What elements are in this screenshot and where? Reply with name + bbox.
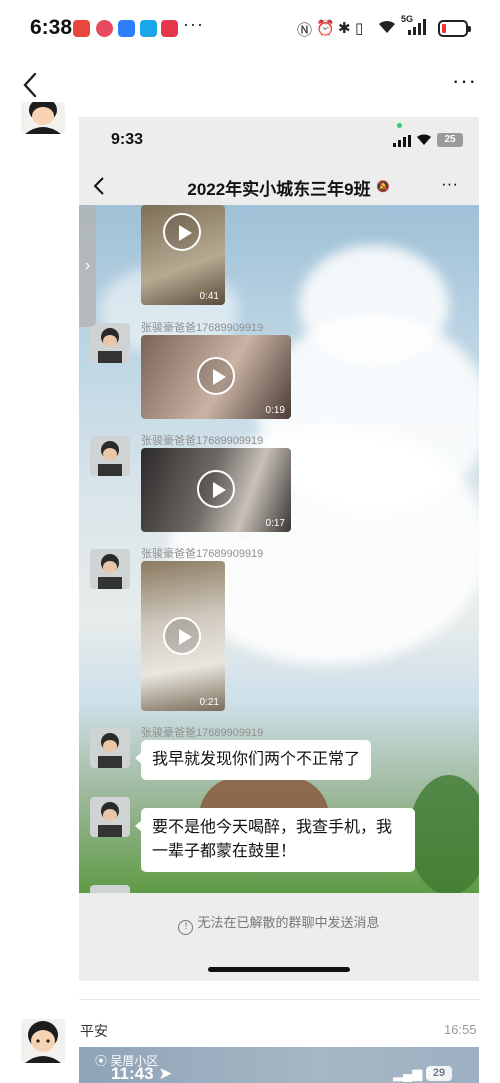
video-message[interactable]: 0:17 xyxy=(141,448,291,532)
video-duration: 0:19 xyxy=(265,405,285,416)
play-icon xyxy=(197,357,235,395)
sender-name: 张骏豪爸爸17689909919 xyxy=(141,727,264,739)
embedded-signal-icon xyxy=(393,134,411,152)
text-message-bubble[interactable]: 我早就发现你们两个不正常了 xyxy=(134,740,372,780)
more-notifications-icon: ··· xyxy=(183,14,204,34)
next-post-image[interactable]: ⦿ 吴厝小区 11:43 ➤ ▂▄▆ 5G 29 xyxy=(79,1047,479,1083)
video-message[interactable]: 0:19 xyxy=(141,335,291,419)
app-notification-icon-3 xyxy=(118,20,135,37)
poster-avatar[interactable] xyxy=(21,102,65,134)
app-notification-icon-1 xyxy=(73,20,90,37)
app-notification-icon-2 xyxy=(96,20,113,37)
sender-avatar[interactable] xyxy=(90,797,130,837)
sender-name: 张骏豪爸爸17689909919 xyxy=(141,322,264,334)
next-post-time: 16:55 xyxy=(444,1022,477,1037)
sender-avatar[interactable] xyxy=(90,436,130,476)
map-time-text: 11:43 xyxy=(111,1064,154,1083)
play-icon xyxy=(197,470,235,508)
embedded-status-time: 9:33 xyxy=(111,131,144,148)
video-message[interactable]: 0:21 xyxy=(141,561,225,711)
embedded-status-bar: 9:33 25 xyxy=(79,117,479,167)
chat-area: 0:41 张骏豪爸爸17689909919 0:19 张骏豪爸爸17689909… xyxy=(79,205,479,893)
disbanded-group-notice: ! 无法在已解散的群聊中发送消息 xyxy=(79,912,479,935)
video-message[interactable]: 0:41 xyxy=(141,205,225,305)
signal-icon xyxy=(406,19,428,39)
back-button[interactable] xyxy=(18,70,48,100)
side-expand-tab[interactable]: › xyxy=(79,205,96,327)
embedded-chat-header: 2022年实小城东三年9班 🔕 ··· xyxy=(79,167,479,205)
bluetooth-icon: ✱ xyxy=(338,20,351,37)
app-notification-icon-4 xyxy=(140,20,157,37)
tree-decoration xyxy=(409,775,479,893)
wifi-icon xyxy=(378,19,396,38)
battery-icon xyxy=(438,20,471,37)
video-duration: 0:17 xyxy=(265,518,285,529)
sender-avatar[interactable] xyxy=(90,549,130,589)
sender-name: 张骏豪爸爸17689909919 xyxy=(141,435,264,447)
status-time: 6:38 xyxy=(30,16,73,39)
sender-name: 张骏豪爸爸17689909919 xyxy=(141,548,264,560)
app-notification-icon-5 xyxy=(161,20,178,37)
video-duration: 0:41 xyxy=(199,291,219,302)
post-divider xyxy=(79,999,479,1000)
text-message-bubble[interactable]: 要不是他今天喝醉，我查手机，我一辈子都蒙在鼓里！ xyxy=(135,808,415,872)
embedded-footer: ! 无法在已解散的群聊中发送消息 xyxy=(79,893,479,981)
map-battery-icon: 29 xyxy=(426,1066,452,1081)
next-post-name[interactable]: 平安 xyxy=(80,1021,108,1041)
embedded-dot xyxy=(397,123,402,128)
play-icon xyxy=(163,617,201,655)
more-options-button[interactable]: ··· xyxy=(452,70,482,100)
location-pin-icon: ⦿ xyxy=(95,1054,111,1068)
sender-avatar[interactable] xyxy=(90,323,130,363)
sender-avatar[interactable] xyxy=(90,728,130,768)
sender-avatar[interactable] xyxy=(90,885,130,893)
info-icon: ! xyxy=(178,920,194,935)
home-indicator xyxy=(208,967,350,972)
video-duration: 0:21 xyxy=(199,697,219,708)
embedded-battery-icon: 25 xyxy=(437,133,463,147)
embedded-wifi-icon xyxy=(416,133,432,151)
embedded-chat-screenshot[interactable]: 9:33 25 2022年实小城东三年9班 🔕 ··· 0:41 张骏豪爸爸17… xyxy=(79,117,479,981)
disbanded-group-notice-text: 无法在已解散的群聊中发送消息 xyxy=(197,915,380,930)
next-post-avatar[interactable] xyxy=(21,1019,65,1063)
status-bar: 6:38 ··· Ⓝ ⏰ ✱ ▯ 5G xyxy=(0,0,500,60)
play-icon xyxy=(163,213,201,251)
mute-bell-icon: 🔕 xyxy=(376,181,390,193)
embedded-more-icon: ··· xyxy=(441,174,458,193)
map-screenshot-time: 11:43 ➤ xyxy=(111,1064,173,1083)
vibrate-icon: ▯ xyxy=(355,20,364,37)
nfc-icon: Ⓝ xyxy=(297,22,313,39)
navigation-arrow-icon: ➤ xyxy=(158,1064,173,1083)
alarm-icon: ⏰ xyxy=(316,20,335,37)
embedded-chat-title: 2022年实小城东三年9班 xyxy=(187,180,371,199)
